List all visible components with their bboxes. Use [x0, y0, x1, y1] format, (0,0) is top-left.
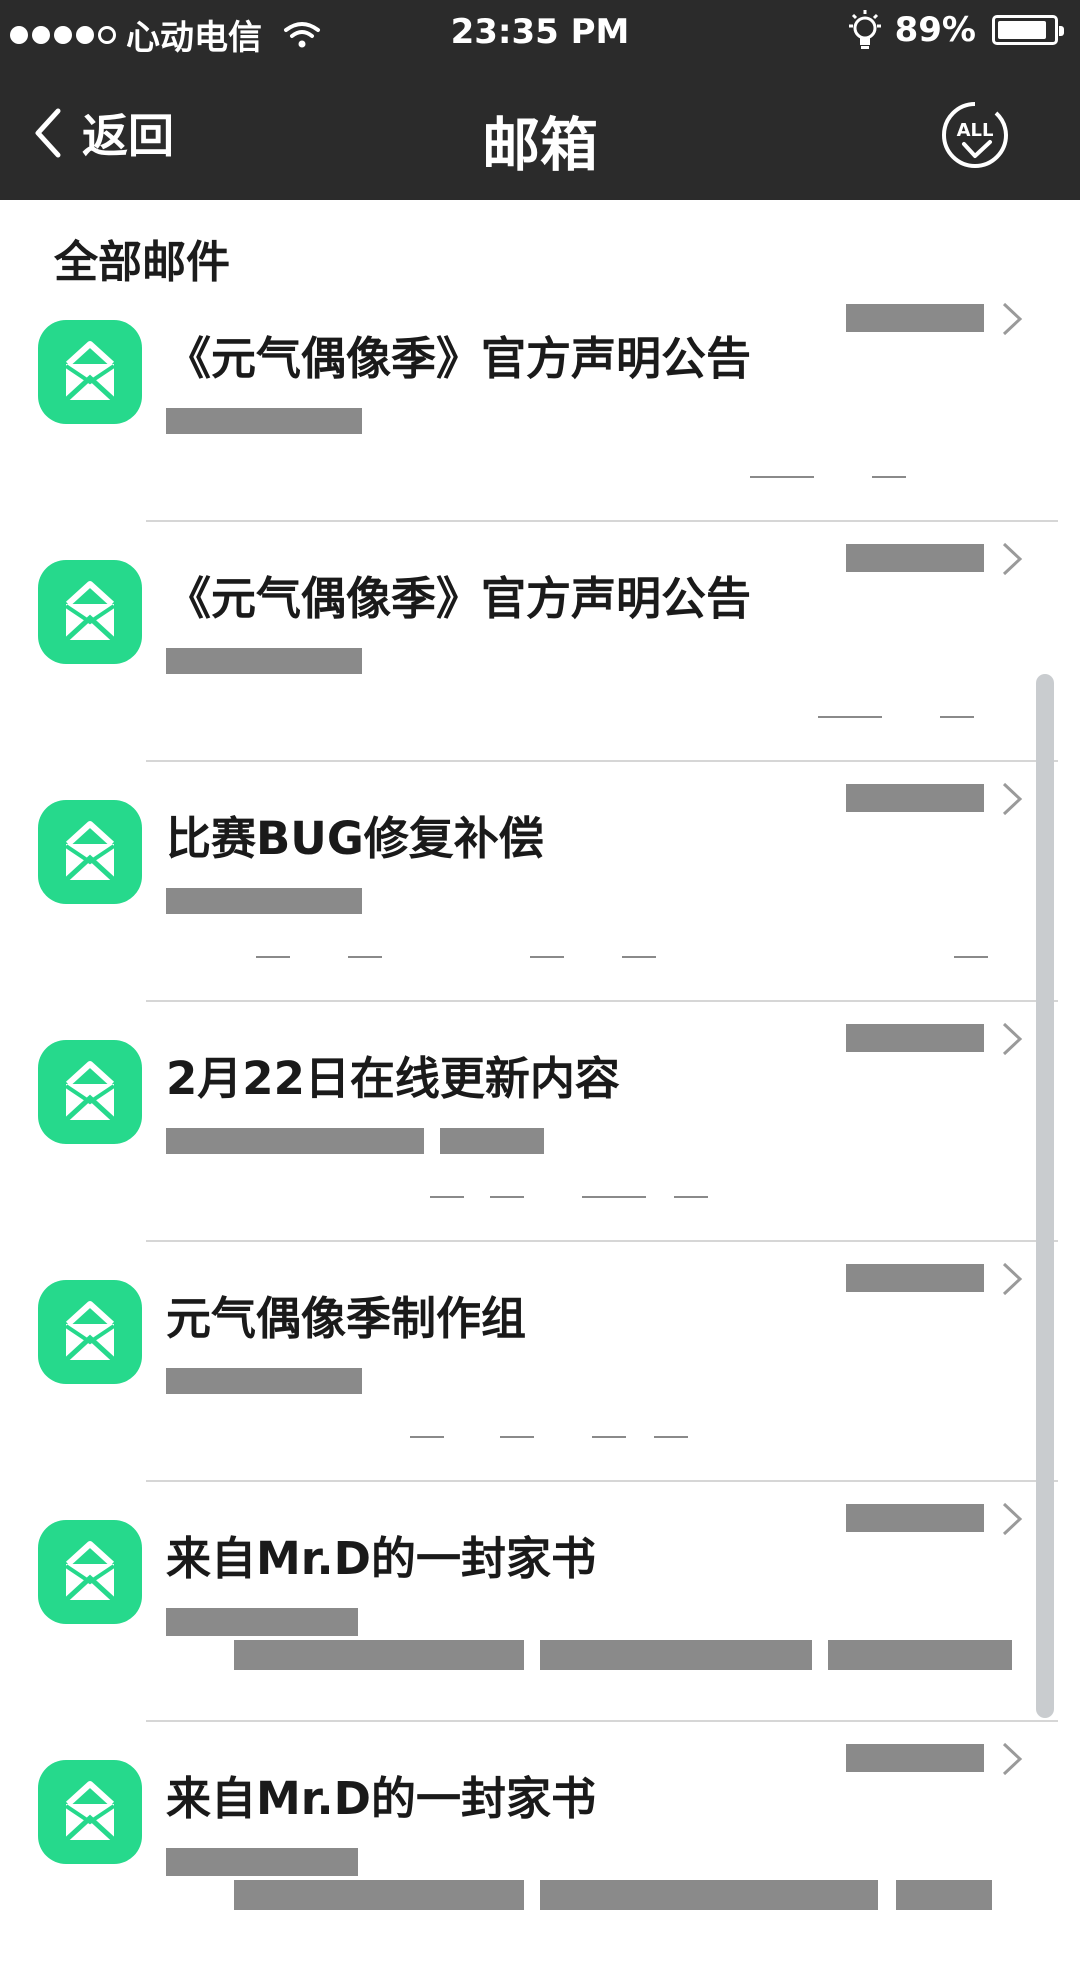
redacted-mark — [954, 956, 988, 958]
check-icon — [962, 140, 992, 158]
mail-envelope-icon — [38, 1520, 142, 1624]
mail-preview-redacted — [896, 1880, 992, 1910]
chevron-right-icon — [1002, 782, 1023, 816]
mail-item[interactable]: 比赛BUG修复补偿 — [0, 772, 1080, 1012]
scrollbar[interactable] — [1036, 674, 1054, 1718]
redacted-mark — [750, 476, 814, 478]
divider — [146, 1000, 1058, 1002]
mail-envelope-icon — [38, 560, 142, 664]
mail-date-redacted — [846, 1264, 984, 1292]
redacted-mark — [490, 1196, 524, 1198]
chevron-right-icon — [1002, 302, 1023, 336]
mail-item[interactable]: 来自Mr.D的一封家书 — [0, 1492, 1080, 1732]
lightbulb-icon — [848, 10, 881, 49]
redacted-mark — [582, 1196, 646, 1198]
divider — [146, 1240, 1058, 1242]
mail-title: 元气偶像季制作组 — [166, 1292, 527, 1345]
mail-preview-redacted — [540, 1880, 878, 1910]
mail-title: 来自Mr.D的一封家书 — [166, 1772, 597, 1825]
mail-envelope-icon — [38, 1760, 142, 1864]
mail-preview-redacted — [540, 1640, 812, 1670]
mail-title: 《元气偶像季》官方声明公告 — [166, 572, 752, 625]
battery-icon — [992, 15, 1064, 45]
divider — [146, 520, 1058, 522]
mail-preview-redacted — [440, 1128, 544, 1154]
mail-date-redacted — [846, 544, 984, 572]
redacted-mark — [872, 476, 906, 478]
redacted-mark — [430, 1196, 464, 1198]
status-bar: 心动电信 23:35 PM 89% — [0, 0, 1080, 64]
section-title: 全部邮件 — [54, 237, 230, 288]
mail-title: 2月22日在线更新内容 — [166, 1052, 620, 1105]
page-title: 邮箱 — [481, 111, 598, 179]
divider — [146, 1720, 1058, 1722]
redacted-mark — [674, 1196, 708, 1198]
divider — [146, 760, 1058, 762]
mail-envelope-icon — [38, 320, 142, 424]
chevron-right-icon — [1002, 542, 1023, 576]
mail-preview-redacted — [166, 408, 362, 434]
battery-cap — [1059, 26, 1064, 36]
redacted-mark — [348, 956, 382, 958]
mail-preview-redacted — [828, 1640, 1012, 1670]
mail-item[interactable]: 《元气偶像季》官方声明公告 — [0, 292, 1080, 532]
divider — [146, 1480, 1058, 1482]
battery-percent: 89% — [894, 10, 976, 50]
mail-envelope-icon — [38, 1040, 142, 1144]
chevron-right-icon — [1002, 1502, 1023, 1536]
mail-item[interactable]: 来自Mr.D的一封家书 — [0, 1732, 1080, 1972]
read-all-button[interactable]: ALL — [940, 100, 1010, 170]
mail-preview-redacted — [234, 1640, 524, 1670]
mail-date-redacted — [846, 784, 984, 812]
mail-preview-redacted — [234, 1880, 524, 1910]
mail-preview-redacted — [166, 648, 362, 674]
mail-envelope-icon — [38, 800, 142, 904]
mail-date-redacted — [846, 1504, 984, 1532]
mail-preview-redacted — [166, 1128, 424, 1154]
chevron-right-icon — [1002, 1022, 1023, 1056]
mail-date-redacted — [846, 1024, 984, 1052]
redacted-mark — [530, 956, 564, 958]
all-label: ALL — [957, 120, 994, 141]
mail-date-redacted — [846, 304, 984, 332]
redacted-mark — [256, 956, 290, 958]
chevron-right-icon — [1002, 1262, 1023, 1296]
mail-item[interactable]: 2月22日在线更新内容 — [0, 1012, 1080, 1252]
redacted-mark — [818, 716, 882, 718]
battery-fill — [998, 21, 1046, 39]
mail-item[interactable]: 元气偶像季制作组 — [0, 1252, 1080, 1492]
redacted-mark — [654, 1436, 688, 1438]
mail-title: 比赛BUG修复补偿 — [166, 812, 544, 865]
mail-title: 《元气偶像季》官方声明公告 — [166, 332, 752, 385]
mail-preview-redacted — [166, 888, 362, 914]
mail-preview-redacted — [166, 1608, 358, 1636]
redacted-mark — [592, 1436, 626, 1438]
status-right: 89% — [845, 8, 1064, 52]
redacted-mark — [500, 1436, 534, 1438]
redacted-mark — [622, 956, 656, 958]
nav-bar: 返回 邮箱 ALL — [0, 64, 1080, 200]
chevron-right-icon — [1002, 1742, 1023, 1776]
mail-item[interactable]: 《元气偶像季》官方声明公告 — [0, 532, 1080, 772]
mail-date-redacted — [846, 1744, 984, 1772]
redacted-mark — [940, 716, 974, 718]
mail-preview-redacted — [166, 1368, 362, 1394]
redacted-mark — [410, 1436, 444, 1438]
mail-title: 来自Mr.D的一封家书 — [166, 1532, 597, 1585]
mail-list: 《元气偶像季》官方声明公告 《元气偶像季》官方声明公告 比赛BUG修复补偿 2月… — [0, 292, 1080, 1972]
mail-preview-redacted — [166, 1848, 358, 1876]
mail-envelope-icon — [38, 1280, 142, 1384]
